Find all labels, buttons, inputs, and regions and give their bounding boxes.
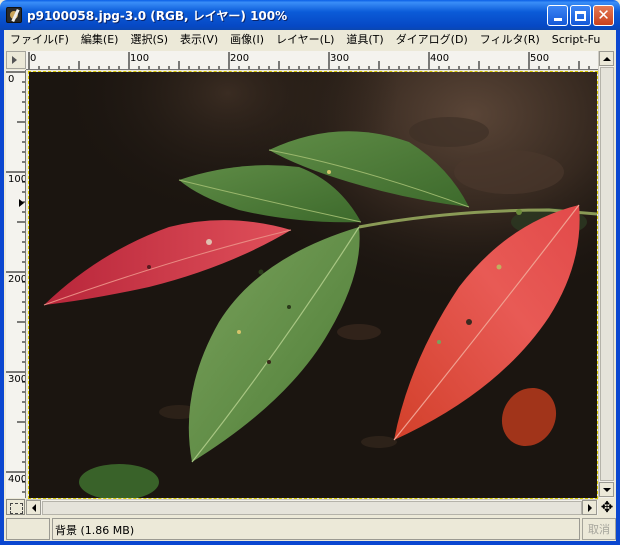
menu-image[interactable]: 画像(I) xyxy=(224,31,270,48)
vruler-label-200: 200 xyxy=(8,274,26,285)
window-frame-left xyxy=(0,30,4,545)
quick-mask-toggle[interactable] xyxy=(6,499,25,515)
navigate-icon[interactable]: ✥ xyxy=(599,499,615,515)
window-frame-right xyxy=(616,30,620,545)
hruler-label-0: 0 xyxy=(30,53,36,64)
pointer-marker-icon xyxy=(19,199,24,207)
hruler-label-400: 400 xyxy=(430,53,449,64)
vruler-label-300: 300 xyxy=(8,374,26,385)
menu-script-fu[interactable]: Script-Fu xyxy=(546,31,607,48)
vertical-ruler[interactable]: 0 100 200 300 400 xyxy=(6,70,26,498)
window-frame-bottom xyxy=(0,541,620,545)
vruler-label-400: 400 xyxy=(8,474,26,485)
scroll-up-button[interactable] xyxy=(599,51,614,66)
menu-filters[interactable]: フィルタ(R) xyxy=(474,31,546,48)
photo-leaves xyxy=(29,72,597,498)
cancel-button[interactable]: 取消 xyxy=(582,518,616,540)
title-bar[interactable]: p9100058.jpg-3.0 (RGB, レイヤー) 100% ✕ xyxy=(0,0,620,30)
hruler-label-300: 300 xyxy=(330,53,349,64)
arrow-down-icon xyxy=(602,487,611,492)
arrow-right-icon xyxy=(587,503,592,512)
menu-file[interactable]: ファイル(F) xyxy=(4,31,75,48)
gimp-wilber-icon[interactable] xyxy=(6,7,22,23)
menu-layer[interactable]: レイヤー(L) xyxy=(270,31,340,48)
minimize-icon xyxy=(553,18,562,21)
hruler-label-500: 500 xyxy=(530,53,549,64)
menu-dialogs[interactable]: ダイアログ(D) xyxy=(390,31,474,48)
menu-view[interactable]: 表示(V) xyxy=(174,31,224,48)
vruler-label-100: 100 xyxy=(8,174,26,185)
menu-edit[interactable]: 編集(E) xyxy=(75,31,125,48)
close-button[interactable]: ✕ xyxy=(593,5,614,26)
status-unit-area xyxy=(6,518,50,540)
maximize-icon xyxy=(575,10,586,21)
arrow-left-icon xyxy=(31,503,36,512)
arrow-up-icon xyxy=(602,56,611,61)
scroll-right-button[interactable] xyxy=(582,500,597,515)
maximize-button[interactable] xyxy=(570,5,591,26)
vertical-scroll-thumb[interactable] xyxy=(600,67,614,481)
menu-select[interactable]: 選択(S) xyxy=(124,31,174,48)
minimize-button[interactable] xyxy=(547,5,568,26)
horizontal-scroll-thumb[interactable] xyxy=(42,501,582,515)
scroll-down-button[interactable] xyxy=(599,482,614,497)
horizontal-ruler[interactable]: 0 100 200 300 400 500 xyxy=(26,51,598,70)
menu-arrow-icon xyxy=(12,56,17,64)
horizontal-scrollbar[interactable] xyxy=(26,499,598,515)
window-title: p9100058.jpg-3.0 (RGB, レイヤー) 100% xyxy=(27,9,288,23)
scroll-left-button[interactable] xyxy=(26,500,41,515)
close-icon: ✕ xyxy=(597,6,610,24)
vertical-scrollbar[interactable] xyxy=(598,51,614,498)
vruler-label-0: 0 xyxy=(8,74,14,85)
menu-tools[interactable]: 道具(T) xyxy=(340,31,389,48)
hruler-label-100: 100 xyxy=(130,53,149,64)
menu-bar: ファイル(F) 編集(E) 選択(S) 表示(V) 画像(I) レイヤー(L) … xyxy=(4,30,616,49)
status-text: 背景 (1.86 MB) xyxy=(52,518,580,540)
image-menu-button[interactable] xyxy=(6,51,26,69)
hruler-label-200: 200 xyxy=(230,53,249,64)
image-canvas[interactable] xyxy=(28,71,598,499)
